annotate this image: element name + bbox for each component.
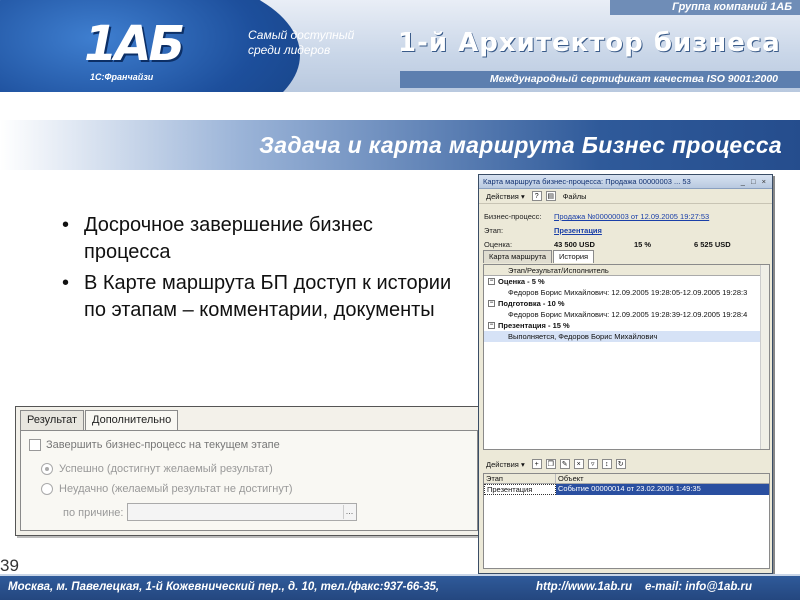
files-button[interactable]: Файлы (560, 191, 590, 202)
grid-cell-stage[interactable]: Презентация (484, 484, 556, 495)
bp-link[interactable]: Продажа №00000003 от 12.09.2005 19:27:53 (554, 212, 709, 221)
slide-title: Задача и карта маршрута Бизнес процесса (259, 132, 782, 158)
footer-email[interactable]: e-mail: info@1ab.ru (645, 581, 752, 593)
score-percent: 15 % (634, 240, 652, 249)
window-controls[interactable]: _ □ × (741, 177, 768, 186)
collapse-icon[interactable]: − (488, 322, 495, 329)
checkbox-icon[interactable] (29, 439, 41, 451)
bullet-list: • Досрочное завершение бизнес процесса • В… (62, 212, 462, 328)
checkbox-label: Завершить бизнес-процесс на текущем этап… (46, 439, 280, 451)
tree-row[interactable]: Федоров Борис Михайлович: 12.09.2005 19:… (484, 287, 769, 298)
tree-row-text: Презентация - 15 % (498, 321, 570, 330)
tree-group-row[interactable]: − Презентация - 15 % (484, 320, 769, 331)
tree-row-text: Подготовка - 10 % (498, 299, 565, 308)
bullet-text: В Карте маршрута БП доступ к истории по … (84, 272, 452, 321)
help-icon[interactable]: ? (531, 191, 542, 201)
score-row: Оценка: 43 500 USD 15 % 6 525 USD (484, 240, 731, 249)
window-tabs: Карта маршрута История (483, 250, 595, 263)
documents-grid: Этап Объект Презентация Событие 00000014… (483, 473, 770, 569)
title-bar: Задача и карта маршрута Бизнес процесса (0, 120, 800, 170)
collapse-icon[interactable]: − (488, 300, 495, 307)
franchise-label: 1С:Франчайзи (90, 72, 154, 82)
header-banner: 1АБ 1С:Франчайзи Самый доступный среди л… (0, 0, 800, 92)
radio-fail[interactable]: Неудачно (желаемый результат не достигну… (41, 483, 293, 495)
slogan: Самый доступный среди лидеров (248, 28, 355, 57)
files-icon[interactable]: ▤ (545, 191, 556, 201)
iso-certificate: Международный сертификат качества ISO 90… (400, 71, 800, 88)
grid-toolbar: Действия ▾ + ❐ ✎ × ▿ ↕ ↻ (483, 457, 768, 471)
brand-title: 1-й Архитектор бизнеса (398, 28, 781, 58)
bullet-item: • В Карте маршрута БП доступ к истории по… (62, 270, 462, 324)
refresh-icon[interactable]: ↻ (615, 459, 626, 469)
actions-menu[interactable]: Действия ▾ (483, 191, 528, 202)
dialog-tabs: Результат Дополнительно (20, 410, 179, 430)
route-map-window: Карта маршрута бизнес-процесса: Продажа … (478, 174, 773, 574)
add-icon[interactable]: + (531, 459, 542, 469)
reason-label: по причине: (63, 507, 124, 519)
tree-group-row[interactable]: − Подготовка - 10 % (484, 298, 769, 309)
stage-link[interactable]: Презентация (554, 226, 602, 235)
radio-selected-icon[interactable] (41, 463, 53, 475)
tree-row-text: Федоров Борис Михайлович: 12.09.2005 19:… (508, 310, 748, 319)
tab-additional[interactable]: Дополнительно (85, 410, 179, 430)
footer-url[interactable]: http://www.1ab.ru (536, 581, 632, 593)
bullet-text: Досрочное завершение бизнес процесса (84, 214, 373, 263)
tree-row[interactable]: Федоров Борис Михайлович: 12.09.2005 19:… (484, 309, 769, 320)
delete-icon[interactable]: × (573, 459, 584, 469)
company-logo: 1АБ (84, 16, 185, 72)
tree-row-text: Федоров Борис Михайлович: 12.09.2005 19:… (508, 288, 748, 297)
grid-col-stage[interactable]: Этап (484, 474, 556, 483)
reason-input[interactable] (127, 503, 357, 521)
collapse-icon[interactable]: − (488, 278, 495, 285)
copy-icon[interactable]: ❐ (545, 459, 556, 469)
radio-empty-icon[interactable] (41, 483, 53, 495)
dialog-panel: Завершить бизнес-процесс на текущем этап… (20, 430, 478, 531)
bullet-dot-icon: • (62, 214, 70, 236)
window-title: Карта маршрута бизнес-процесса: Продажа … (483, 177, 691, 186)
tab-result[interactable]: Результат (20, 410, 85, 430)
finish-process-checkbox[interactable]: Завершить бизнес-процесс на текущем этап… (29, 439, 280, 451)
tab-route-map[interactable]: Карта маршрута (483, 250, 553, 263)
footer-bar: Москва, м. Павелецкая, 1-й Кожевнический… (0, 574, 800, 600)
window-toolbar: Действия ▾ ? ▤ Файлы (479, 189, 772, 204)
tab-history[interactable]: История (553, 250, 595, 263)
filter-icon[interactable]: ▿ (587, 459, 598, 469)
tree-scrollbar[interactable] (760, 265, 769, 449)
slide-number: 39 (0, 556, 19, 575)
bp-row: Бизнес-процесс: Продажа №00000003 от 12.… (484, 212, 709, 221)
bullet-dot-icon: • (62, 272, 70, 294)
radio-success[interactable]: Успешно (достигнут желаемый результат) (41, 463, 273, 475)
completion-dialog: Результат Дополнительно Завершить бизнес… (15, 406, 483, 536)
tree-row-text: Выполняется, Федоров Борис Михайлович (508, 332, 658, 341)
score-amount: 43 500 USD (554, 240, 595, 249)
grid-cell-object[interactable]: Событие 00000014 от 23.02.2006 1:49:35 (556, 484, 769, 495)
tree-header: Этап/Результат/Исполнитель (484, 265, 769, 276)
score-label: Оценка: (484, 240, 513, 249)
actions-menu-2[interactable]: Действия ▾ (483, 459, 528, 470)
edit-icon[interactable]: ✎ (559, 459, 570, 469)
reason-select-button[interactable]: ... (343, 505, 355, 519)
sort-icon[interactable]: ↕ (601, 459, 612, 469)
tree-group-row[interactable]: − Оценка - 5 % (484, 276, 769, 287)
grid-col-object[interactable]: Объект (556, 474, 769, 483)
history-tree: Этап/Результат/Исполнитель − Оценка - 5 %… (483, 264, 770, 450)
radio-success-label: Успешно (достигнут желаемый результат) (59, 463, 273, 475)
table-row[interactable]: Презентация Событие 00000014 от 23.02.20… (484, 484, 769, 495)
stage-label: Этап: (484, 226, 504, 235)
bp-label: Бизнес-процесс: (484, 212, 542, 221)
window-titlebar: Карта маршрута бизнес-процесса: Продажа … (479, 175, 772, 189)
score-total: 6 525 USD (694, 240, 731, 249)
stage-row: Этап: Презентация (484, 226, 602, 235)
group-name: Группа компаний 1АБ (610, 0, 800, 15)
tree-row-selected[interactable]: Выполняется, Федоров Борис Михайлович (484, 331, 769, 342)
tree-row-text: Оценка - 5 % (498, 277, 545, 286)
grid-header: Этап Объект (484, 474, 769, 484)
radio-fail-label: Неудачно (желаемый результат не достигну… (59, 483, 293, 495)
bullet-item: • Досрочное завершение бизнес процесса (62, 212, 462, 266)
footer-address: Москва, м. Павелецкая, 1-й Кожевнический… (8, 581, 440, 593)
